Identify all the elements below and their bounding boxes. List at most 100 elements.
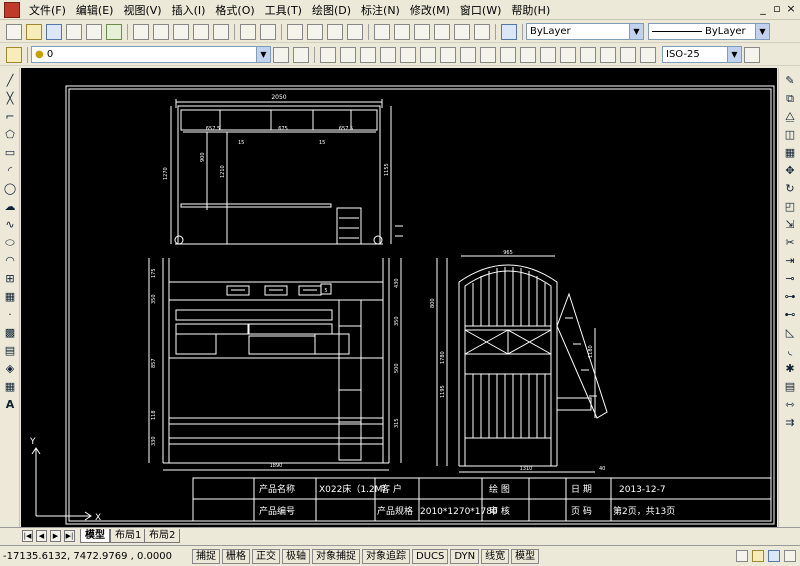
tool-palettes-icon[interactable] [414,23,430,40]
fillet-icon[interactable]: ◟ [783,344,797,358]
aligned-dimension-icon[interactable] [340,46,356,63]
redo-icon[interactable] [260,23,276,40]
minimize-icon[interactable]: _ [756,2,770,16]
hatch-icon[interactable]: ▩ [3,326,17,340]
dyn-toggle[interactable]: DYN [450,548,480,564]
first-tab-icon[interactable]: |◀ [22,530,33,542]
break-icon[interactable]: ⊶ [783,290,797,304]
plot-preview-icon[interactable] [86,23,102,40]
otrack-toggle[interactable]: 对象追踪 [362,548,410,564]
block-editor-icon[interactable] [213,23,229,40]
stretch-icon[interactable]: ⇲ [783,218,797,232]
lock-icon[interactable] [752,550,764,562]
tray-settings-icon[interactable] [768,550,780,562]
model-toggle[interactable]: 模型 [511,548,540,564]
menu-window[interactable]: 窗口(W) [455,2,506,18]
paste-icon[interactable] [173,23,189,40]
linear-dimension-icon[interactable] [320,46,336,63]
multiline-text-icon[interactable]: A [3,398,17,412]
ordinate-dimension-icon[interactable] [380,46,396,63]
help-icon[interactable] [501,23,517,40]
tolerance-icon[interactable] [560,46,576,63]
cut-icon[interactable] [133,23,149,40]
layer-manager-icon[interactable] [6,46,22,63]
align-icon[interactable]: ⇉ [783,416,797,430]
dimstyle-combo[interactable]: ISO-25 ▼ [662,46,742,63]
match-properties-icon[interactable] [193,23,209,40]
zoom-window-icon[interactable] [327,23,343,40]
copy-icon[interactable] [153,23,169,40]
layer-previous-icon[interactable] [293,46,309,63]
layer-combo[interactable]: ● 0 ▼ [31,46,271,63]
properties-icon[interactable] [374,23,390,40]
insert-block-icon[interactable]: ⊞ [3,272,17,286]
chevron-down-icon[interactable]: ▼ [755,24,769,39]
sheet-set-icon[interactable] [434,23,450,40]
dimension-text-edit-icon[interactable] [620,46,636,63]
polygon-icon[interactable]: ⬠ [3,128,17,142]
close-icon[interactable]: × [784,2,798,16]
rotate-icon[interactable]: ↻ [783,182,797,196]
trim-icon[interactable]: ✂ [783,236,797,250]
offset-icon[interactable]: ◫ [783,128,797,142]
point-icon[interactable]: · [3,308,17,322]
explode-icon[interactable]: ✱ [783,362,797,376]
make-block-icon[interactable]: ▦ [3,290,17,304]
print-icon[interactable] [66,23,82,40]
lengthen-icon[interactable]: ⇿ [783,398,797,412]
linetype-combo[interactable]: ByLayer ▼ [648,23,770,40]
last-tab-icon[interactable]: ▶| [64,530,75,542]
menu-format[interactable]: 格式(O) [210,2,259,18]
grid-toggle[interactable]: 栅格 [222,548,250,564]
next-tab-icon[interactable]: ▶ [50,530,61,542]
region-icon[interactable]: ◈ [3,362,17,376]
menu-dimension[interactable]: 标注(N) [356,2,405,18]
undo-icon[interactable] [240,23,256,40]
publish-icon[interactable] [106,23,122,40]
menu-view[interactable]: 视图(V) [118,2,166,18]
array-icon[interactable]: ▦ [783,146,797,160]
line-icon[interactable]: ╱ [3,74,17,88]
markup-icon[interactable] [454,23,470,40]
polyline-icon[interactable]: ⌐ [3,110,17,124]
move-icon[interactable]: ✥ [783,164,797,178]
clean-screen-icon[interactable] [784,550,796,562]
quick-dimension-icon[interactable] [480,46,496,63]
menu-help[interactable]: 帮助(H) [506,2,555,18]
save-icon[interactable] [46,23,62,40]
ortho-toggle[interactable]: 正交 [252,548,280,564]
circle-icon[interactable]: ◯ [3,182,17,196]
revision-cloud-icon[interactable]: ☁ [3,200,17,214]
jogged-dimension-icon[interactable] [420,46,436,63]
tab-layout2[interactable]: 布局2 [144,529,181,543]
zoom-realtime-icon[interactable] [307,23,323,40]
tab-model[interactable]: 模型 [80,529,110,543]
prev-tab-icon[interactable]: ◀ [36,530,47,542]
diameter-dimension-icon[interactable] [440,46,456,63]
chamfer-icon[interactable]: ◺ [783,326,797,340]
center-mark-icon[interactable] [580,46,596,63]
quick-leader-icon[interactable] [540,46,556,63]
app-icon[interactable] [4,1,20,18]
join-icon[interactable]: ⊷ [783,308,797,322]
open-icon[interactable] [26,23,42,40]
make-current-layer-icon[interactable] [273,46,289,63]
arc-icon[interactable]: ◜ [3,164,17,178]
chevron-down-icon[interactable]: ▼ [629,24,643,39]
ellipse-arc-icon[interactable]: ◠ [3,254,17,268]
lineweight-toggle[interactable]: 线宽 [481,548,510,564]
mirror-icon[interactable]: ⧋ [783,110,797,124]
baseline-dimension-icon[interactable] [500,46,516,63]
menu-file[interactable]: 文件(F) [24,2,71,18]
tab-layout1[interactable]: 布局1 [110,529,147,543]
calculator-icon[interactable] [474,23,490,40]
arc-length-icon[interactable] [360,46,376,63]
radius-dimension-icon[interactable] [400,46,416,63]
zoom-previous-icon[interactable] [347,23,363,40]
menu-modify[interactable]: 修改(M) [405,2,455,18]
ducs-toggle[interactable]: DUCS [412,548,449,564]
menu-tools[interactable]: 工具(T) [260,2,307,18]
extend-icon[interactable]: ⇥ [783,254,797,268]
break-at-point-icon[interactable]: ⊸ [783,272,797,286]
dimension-edit-icon[interactable] [600,46,616,63]
